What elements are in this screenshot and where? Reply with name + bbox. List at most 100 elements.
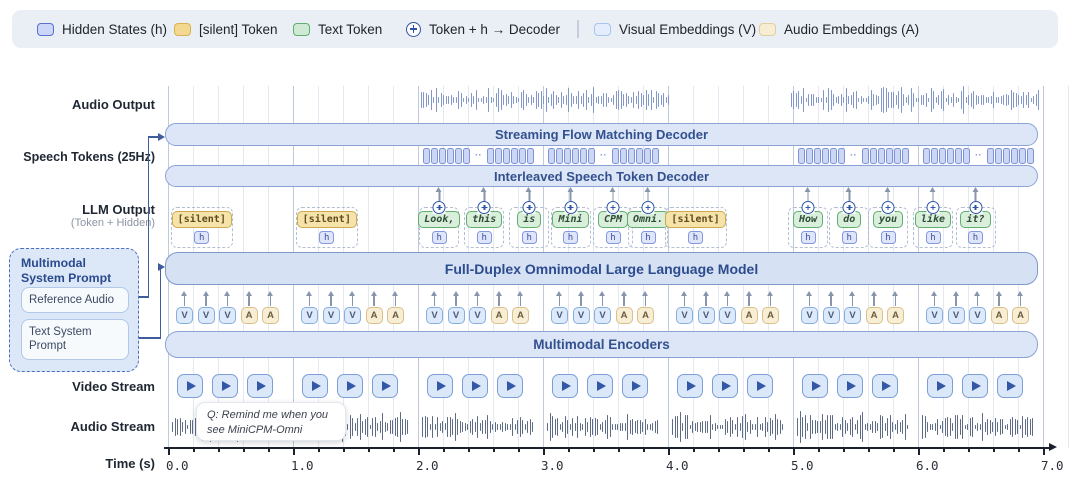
hidden-state-chip: h bbox=[688, 231, 703, 244]
arrow-head bbox=[974, 291, 980, 296]
audio-output-bar bbox=[938, 95, 939, 106]
reference-audio-arrowhead-icon bbox=[158, 133, 165, 141]
audio-stream-bar bbox=[395, 418, 396, 436]
reference-audio-box: Reference Audio bbox=[21, 287, 129, 313]
arrow-head bbox=[599, 291, 605, 296]
arrow-stem bbox=[559, 295, 561, 306]
audio-stream-bar bbox=[532, 422, 533, 432]
arrow-head bbox=[724, 291, 730, 296]
audio-output-bar bbox=[1016, 93, 1017, 107]
audio-output-bar bbox=[601, 96, 602, 104]
visual-embedding-chip: V bbox=[219, 307, 236, 324]
audio-stream-bar bbox=[550, 413, 551, 442]
axis-tick-minor bbox=[218, 448, 220, 452]
audio-stream-bar bbox=[185, 420, 186, 433]
audio-stream-bar bbox=[755, 424, 756, 430]
audio-stream-bar bbox=[870, 424, 871, 430]
speech-token-square bbox=[902, 148, 909, 164]
audio-embedding-chip: A bbox=[387, 307, 404, 324]
arrow-stem bbox=[895, 295, 897, 306]
audio-stream-bar bbox=[472, 419, 473, 435]
audio-output-bar bbox=[586, 90, 587, 109]
visual-swatch-icon bbox=[594, 23, 611, 36]
audio-stream-bar bbox=[512, 418, 513, 437]
audio-output-bar bbox=[911, 88, 912, 111]
audio-output-bar bbox=[476, 90, 477, 111]
visual-embedding-chip: V bbox=[823, 307, 840, 324]
audio-output-bar bbox=[943, 89, 944, 110]
audio-stream-bar bbox=[427, 417, 428, 437]
audio-stream-bar bbox=[747, 422, 748, 432]
axis-tick-minor bbox=[943, 448, 945, 452]
audio-stream-bar bbox=[962, 415, 963, 440]
axis-tick-minor bbox=[743, 448, 745, 452]
audio-stream-bar bbox=[477, 416, 478, 439]
audio-output-bar bbox=[821, 98, 822, 103]
arrow-head bbox=[246, 291, 252, 296]
visual-embedding-chip: V bbox=[301, 307, 318, 324]
embedding-column: V bbox=[219, 291, 236, 324]
speech-token-square bbox=[923, 148, 930, 164]
arrow-stem bbox=[998, 295, 1000, 306]
audio-output-bar bbox=[511, 92, 512, 108]
video-frame-chip bbox=[677, 374, 703, 398]
audio-stream-bar bbox=[630, 420, 631, 434]
embedding-column: A bbox=[741, 291, 758, 324]
video-frame-chip bbox=[927, 374, 953, 398]
audio-stream-bar bbox=[882, 416, 883, 437]
audio-stream-bar bbox=[987, 419, 988, 434]
speech-token-square bbox=[955, 148, 962, 164]
llm-token-cell: youh bbox=[868, 207, 908, 248]
audio-stream-bar bbox=[840, 424, 841, 429]
audio-output-bar bbox=[968, 95, 969, 105]
audio-output-bar bbox=[608, 97, 609, 102]
speech-token-ellipsis: ·· bbox=[975, 148, 982, 164]
audio-output-bar bbox=[443, 95, 444, 105]
audio-output-bar bbox=[1011, 90, 1012, 109]
speech-token-square bbox=[830, 148, 837, 164]
audio-output-bar bbox=[573, 96, 574, 104]
audio-stream-bar bbox=[587, 422, 588, 431]
audio-output-bar bbox=[603, 93, 604, 106]
audio-stream-bar bbox=[745, 414, 746, 440]
audio-output-bar bbox=[548, 97, 549, 102]
plus-circle bbox=[642, 201, 655, 214]
audio-stream-bar bbox=[680, 412, 681, 442]
audio-output-bar bbox=[521, 92, 522, 107]
speech-token-square bbox=[487, 148, 494, 164]
arrow-stem bbox=[205, 295, 207, 306]
audio-stream-bar bbox=[382, 413, 383, 440]
arrow-head bbox=[1017, 291, 1023, 296]
arrow-head bbox=[328, 291, 334, 296]
legend-item-visual: Visual Embeddings (V) bbox=[594, 10, 756, 48]
audio-stream-bar bbox=[390, 420, 391, 433]
audio-stream-bar bbox=[947, 417, 948, 438]
audio-stream-bar bbox=[930, 424, 931, 430]
audio-output-bar bbox=[1031, 98, 1032, 102]
visual-embedding-chip: V bbox=[551, 307, 568, 324]
audio-stream-bar bbox=[360, 414, 361, 439]
llm-token-cell: Omni.h bbox=[628, 207, 668, 248]
arrow-stem bbox=[955, 295, 957, 306]
gridline-major bbox=[1043, 86, 1044, 448]
legend-label: [silent] Token bbox=[199, 22, 278, 37]
speech-token-ellipsis: ·· bbox=[475, 148, 482, 164]
audio-output-bar bbox=[901, 87, 902, 113]
plus-circle bbox=[433, 201, 446, 214]
audio-stream-bar bbox=[570, 424, 571, 429]
audio-stream-bar bbox=[485, 420, 486, 434]
audio-output-bar bbox=[481, 98, 482, 102]
plus-circle-icon bbox=[882, 201, 895, 214]
audio-output-bar bbox=[503, 95, 504, 105]
arrow-stem bbox=[807, 191, 809, 201]
audio-output-bar bbox=[558, 97, 559, 102]
video-frame-chip bbox=[302, 374, 328, 398]
audio-output-bar bbox=[463, 98, 464, 102]
embedding-column: A bbox=[512, 291, 529, 324]
arrow-head bbox=[703, 291, 709, 296]
arrow-head bbox=[806, 291, 812, 296]
embedding-column: A bbox=[616, 291, 633, 324]
audio-stream-bar bbox=[357, 418, 358, 436]
audio-stream-bar bbox=[685, 415, 686, 439]
embedding-column: V bbox=[594, 291, 611, 324]
